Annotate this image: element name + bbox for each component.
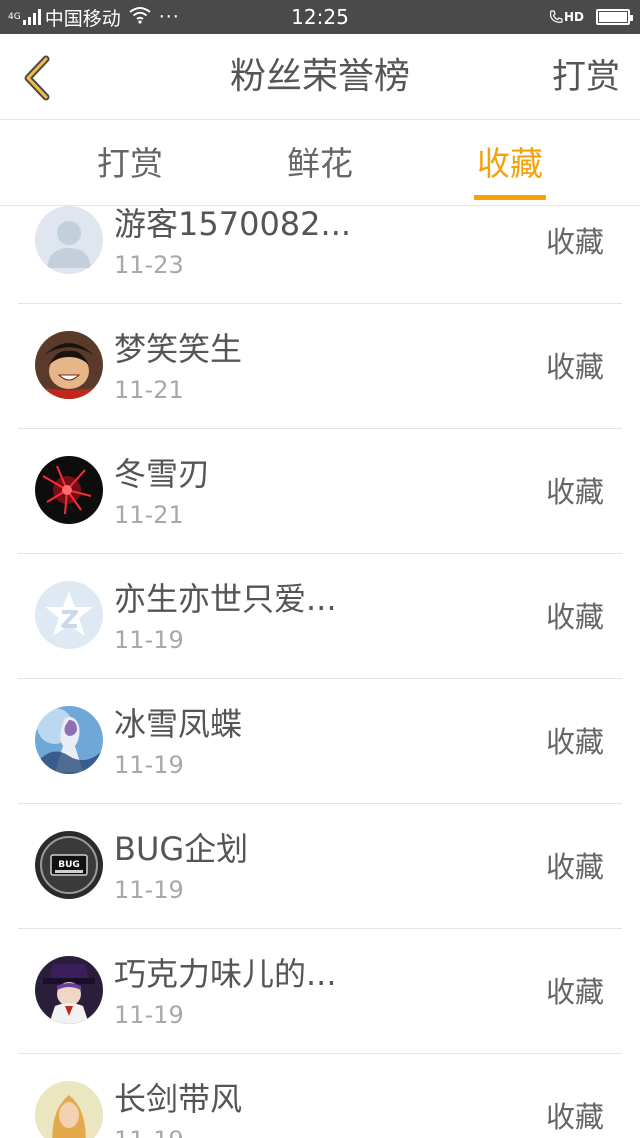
- list-item[interactable]: 亦生亦世只爱... 11-19 收藏: [0, 554, 640, 679]
- anime-figure-avatar[interactable]: [35, 706, 103, 774]
- fan-name: 长剑带风: [114, 1080, 243, 1118]
- tab-flowers[interactable]: 鲜花: [260, 120, 380, 206]
- fan-action: 收藏: [545, 725, 604, 759]
- fan-action: 收藏: [545, 600, 604, 634]
- list-item[interactable]: 游客1570082... 11-23 收藏: [0, 206, 640, 304]
- fan-date: 11-21: [114, 501, 184, 529]
- list-item[interactable]: 巧克力味儿的... 11-19 收藏: [0, 929, 640, 1054]
- list-item[interactable]: 长剑带风 11-19 收藏: [0, 1054, 640, 1138]
- list-item[interactable]: 冬雪刃 11-21 收藏: [0, 429, 640, 554]
- fan-name: 冰雪凤蝶: [114, 705, 243, 743]
- fan-action: 收藏: [545, 475, 604, 509]
- svg-text:BUG: BUG: [58, 860, 80, 870]
- chevron-left-icon: [24, 55, 50, 101]
- tab-bar: 打赏 鲜花 收藏: [0, 120, 640, 206]
- fan-name: 冬雪刃: [114, 455, 211, 493]
- fan-name: 游客1570082...: [114, 206, 352, 243]
- fan-action: 收藏: [545, 350, 604, 384]
- back-button[interactable]: [14, 54, 58, 102]
- status-time: 12:25: [291, 5, 349, 29]
- fan-action: 收藏: [545, 1100, 604, 1134]
- list-item[interactable]: 梦笑笑生 11-21 收藏: [0, 304, 640, 429]
- tab-reward[interactable]: 打赏: [70, 120, 190, 206]
- fan-date: 11-19: [114, 876, 184, 904]
- fan-list[interactable]: 游客1570082... 11-23 收藏 梦笑笑生 11-21 收藏 冬雪刃 …: [0, 206, 640, 1138]
- fan-date: 11-19: [114, 1126, 184, 1138]
- hd-call-icon: HD: [548, 9, 584, 25]
- hat-character-avatar[interactable]: [35, 956, 103, 1024]
- list-item[interactable]: BUG BUG企划 11-19 收藏: [0, 804, 640, 929]
- battery-level: [599, 12, 627, 22]
- reward-button[interactable]: 打赏: [552, 34, 620, 120]
- fan-date: 11-23: [114, 251, 184, 279]
- red-burst-avatar[interactable]: [35, 456, 103, 524]
- fan-name: 梦笑笑生: [114, 330, 243, 368]
- anime-character-avatar[interactable]: [35, 331, 103, 399]
- fan-name: 亦生亦世只爱...: [114, 580, 337, 618]
- blonde-character-avatar[interactable]: [35, 1081, 103, 1138]
- fan-date: 11-19: [114, 626, 184, 654]
- list-item[interactable]: 冰雪凤蝶 11-19 收藏: [0, 679, 640, 804]
- fan-action: 收藏: [545, 225, 604, 259]
- fan-action: 收藏: [545, 850, 604, 884]
- qq-logo-avatar[interactable]: [35, 581, 103, 649]
- fan-name: BUG企划: [114, 830, 249, 868]
- status-right: HD: [548, 0, 633, 34]
- default-user-avatar[interactable]: [35, 206, 103, 274]
- fan-date: 11-19: [114, 1001, 184, 1029]
- fan-date: 11-19: [114, 751, 184, 779]
- hd-label: HD: [563, 10, 584, 24]
- nav-bar: 粉丝荣誉榜 打赏: [0, 34, 640, 120]
- fan-action: 收藏: [545, 975, 604, 1009]
- tab-favorites[interactable]: 收藏: [450, 120, 570, 206]
- page-title: 粉丝荣誉榜: [229, 56, 410, 97]
- fan-name: 巧克力味儿的...: [114, 955, 337, 993]
- status-bar: 4G 中国移动 ··· 12:25 HD: [0, 0, 640, 34]
- active-tab-indicator: [474, 195, 546, 200]
- bug-logo-avatar[interactable]: BUG: [35, 831, 103, 899]
- fan-date: 11-21: [114, 376, 184, 404]
- battery-icon: [596, 9, 633, 25]
